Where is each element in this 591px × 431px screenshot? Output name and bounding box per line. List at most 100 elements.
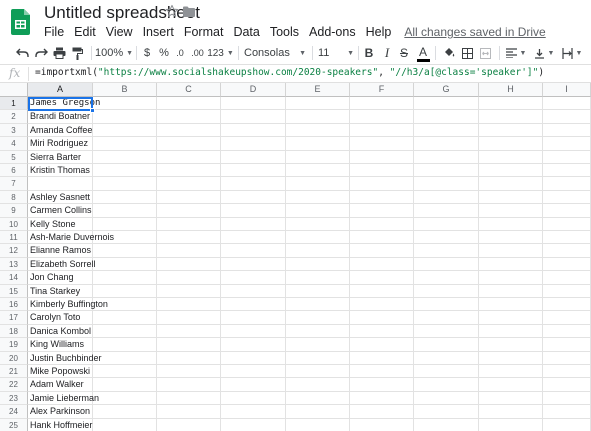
cell-a19[interactable]: King Williams: [30, 338, 84, 351]
row-header-20[interactable]: 20: [0, 351, 28, 365]
folder-icon[interactable]: [183, 6, 195, 17]
undo-button[interactable]: [14, 43, 30, 63]
paint-format-button[interactable]: [69, 43, 85, 63]
menu-insert[interactable]: Insert: [143, 25, 174, 39]
cell-a12[interactable]: Elianne Ramos: [30, 244, 91, 257]
strikethrough-button[interactable]: S: [397, 43, 411, 63]
column-header-a[interactable]: A: [28, 83, 93, 97]
menu-data[interactable]: Data: [233, 25, 259, 39]
font-size-select[interactable]: 11 ▼: [318, 43, 354, 63]
row-header-2[interactable]: 2: [0, 110, 28, 124]
vertical-align-select[interactable]: ▼: [532, 43, 556, 63]
menu-tools[interactable]: Tools: [270, 25, 299, 39]
print-button[interactable]: [51, 43, 67, 63]
text-color-button[interactable]: A: [415, 43, 431, 63]
row-header-23[interactable]: 23: [0, 391, 28, 406]
cell-a20[interactable]: Justin Buchbinder: [30, 352, 102, 365]
text-color-label: A: [418, 44, 427, 59]
row-header-24[interactable]: 24: [0, 405, 28, 419]
menu-addons[interactable]: Add-ons: [309, 25, 356, 39]
row-gridline: [28, 149, 591, 151]
zoom-select[interactable]: 100% ▼: [95, 43, 133, 63]
row-header-25[interactable]: 25: [0, 418, 28, 431]
cell-a18[interactable]: Danica Kombol: [30, 325, 91, 338]
menu-edit[interactable]: Edit: [74, 25, 96, 39]
cell-a25[interactable]: Hank Hoffmeier: [30, 419, 92, 431]
merge-cells-button[interactable]: [477, 43, 493, 63]
cell-a15[interactable]: Tina Starkey: [30, 285, 80, 298]
column-header-e[interactable]: E: [286, 83, 350, 97]
select-all-corner[interactable]: [0, 83, 28, 97]
menu-format[interactable]: Format: [184, 25, 224, 39]
cell-a2[interactable]: Brandi Boatner: [30, 110, 90, 123]
row-header-19[interactable]: 19: [0, 338, 28, 352]
cell-a11[interactable]: Ash-Marie Duvernois: [30, 231, 114, 244]
cell-a9[interactable]: Carmen Collins: [30, 204, 92, 217]
cell-a13[interactable]: Elizabeth Sorrell: [30, 258, 96, 271]
saved-status-link[interactable]: All changes saved in Drive: [404, 25, 545, 39]
cell-a22[interactable]: Adam Walker: [30, 378, 84, 391]
redo-button[interactable]: [33, 43, 49, 63]
column-header-h[interactable]: H: [479, 83, 543, 97]
spreadsheet-grid[interactable]: A B C D E F G H I 1 James Gregson 2 Brandi Boatner 3 A…: [0, 83, 591, 431]
menu-file[interactable]: File: [44, 25, 64, 39]
cell-a21[interactable]: Mike Popowski: [30, 365, 90, 378]
bold-button[interactable]: B: [362, 43, 376, 63]
row-header-12[interactable]: 12: [0, 244, 28, 258]
column-header-i[interactable]: I: [543, 83, 591, 97]
row-header-5[interactable]: 5: [0, 150, 28, 164]
currency-format-button[interactable]: $: [140, 43, 154, 63]
row-header-7[interactable]: 7: [0, 177, 28, 191]
cell-a24[interactable]: Alex Parkinson: [30, 405, 90, 418]
column-header-c[interactable]: C: [157, 83, 221, 97]
row-header-8[interactable]: 8: [0, 190, 28, 205]
row-header-11[interactable]: 11: [0, 231, 28, 245]
percent-format-button[interactable]: %: [157, 43, 171, 63]
cell-a10[interactable]: Kelly Stone: [30, 218, 76, 231]
text-wrap-select[interactable]: ▼: [560, 43, 584, 63]
cell-a5[interactable]: Sierra Barter: [30, 151, 81, 164]
row-header-9[interactable]: 9: [0, 204, 28, 218]
row-gridline: [28, 310, 591, 312]
increase-decimals-button[interactable]: .00: [189, 43, 206, 63]
sheets-logo-icon[interactable]: [11, 9, 30, 35]
row-header-22[interactable]: 22: [0, 378, 28, 392]
row-header-1[interactable]: 1: [0, 97, 28, 111]
star-icon[interactable]: [165, 4, 179, 18]
cell-a23[interactable]: Jamie Lieberman: [30, 392, 99, 405]
cell-a8[interactable]: Ashley Sasnett: [30, 191, 90, 204]
column-header-b[interactable]: B: [93, 83, 157, 97]
row-header-17[interactable]: 17: [0, 311, 28, 325]
horizontal-align-select[interactable]: ▼: [504, 43, 528, 63]
row-header-13[interactable]: 13: [0, 257, 28, 272]
borders-button[interactable]: [459, 43, 475, 63]
row-header-21[interactable]: 21: [0, 365, 28, 379]
row-header-3[interactable]: 3: [0, 123, 28, 138]
row-header-14[interactable]: 14: [0, 271, 28, 285]
menu-view[interactable]: View: [106, 25, 133, 39]
fill-handle[interactable]: [90, 108, 95, 113]
column-header-d[interactable]: D: [221, 83, 286, 97]
cell-a3[interactable]: Amanda Coffee: [30, 124, 92, 137]
cell-a4[interactable]: Miri Rodriguez: [30, 137, 88, 150]
italic-button[interactable]: I: [380, 43, 394, 63]
row-header-16[interactable]: 16: [0, 298, 28, 312]
row-header-15[interactable]: 15: [0, 284, 28, 298]
column-header-f[interactable]: F: [350, 83, 414, 97]
decrease-decimals-button[interactable]: .0: [173, 43, 187, 63]
fill-color-button[interactable]: [441, 43, 457, 63]
font-family-select[interactable]: Consolas ▼: [244, 43, 306, 63]
column-header-g[interactable]: G: [414, 83, 479, 97]
row-header-18[interactable]: 18: [0, 324, 28, 339]
row-header-4[interactable]: 4: [0, 137, 28, 151]
formula-input[interactable]: =importxml("https://www.socialshakeupsho…: [35, 67, 544, 78]
cell-a6[interactable]: Kristin Thomas: [30, 164, 90, 177]
row-header-10[interactable]: 10: [0, 217, 28, 231]
cell-a14[interactable]: Jon Chang: [30, 271, 74, 284]
fx-icon: fx: [9, 66, 21, 80]
menu-help[interactable]: Help: [366, 25, 392, 39]
cell-a17[interactable]: Carolyn Toto: [30, 311, 80, 324]
cell-a16[interactable]: Kimberly Buffington: [30, 298, 108, 311]
more-formats-select[interactable]: 123 ▼: [207, 43, 234, 63]
row-header-6[interactable]: 6: [0, 164, 28, 178]
